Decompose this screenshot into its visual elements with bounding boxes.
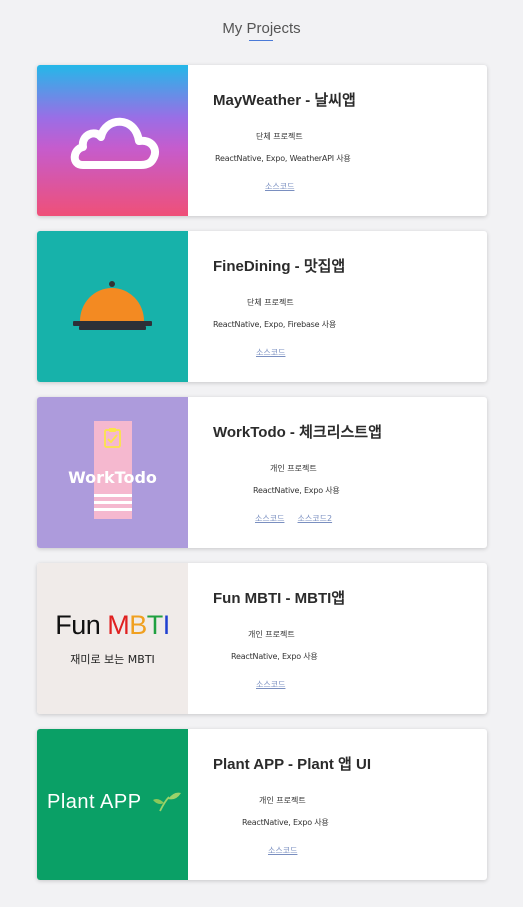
mbti-letter-t: T xyxy=(146,610,164,640)
project-stack: ReactNative, Expo 사용 xyxy=(253,486,340,495)
project-title: MayWeather - 날씨앱 xyxy=(213,92,356,109)
project-card-mayweather: MayWeather - 날씨앱 단체 프로젝트 ReactNative, Ex… xyxy=(37,65,487,216)
project-stack: ReactNative, Expo, Firebase 사용 xyxy=(213,320,337,329)
project-title: FineDining - 맛집앱 xyxy=(213,258,346,275)
project-thumbnail: WorkTodo xyxy=(37,397,188,548)
project-type: 개인 프로젝트 xyxy=(248,630,295,639)
worktodo-thumb-text: WorkTodo xyxy=(68,468,157,487)
mbti-letter-b: B xyxy=(129,610,147,640)
project-thumbnail xyxy=(37,231,188,382)
funmbti-thumb-title: Fun MBTI xyxy=(37,610,188,641)
title-underline xyxy=(249,40,273,41)
sprout-icon xyxy=(153,792,181,812)
source-code-link[interactable]: 소스코드 xyxy=(255,514,284,523)
project-type: 개인 프로젝트 xyxy=(259,796,306,805)
project-stack: ReactNative, Expo, WeatherAPI 사용 xyxy=(215,154,351,163)
project-card-finedining: FineDining - 맛집앱 단체 프로젝트 ReactNative, Ex… xyxy=(37,231,487,382)
project-stack: ReactNative, Expo 사용 xyxy=(242,818,329,827)
funmbti-fun-text: Fun xyxy=(55,610,101,640)
project-title: Plant APP - Plant 앱 UI xyxy=(213,756,371,773)
project-card-plantapp: Plant APP Plant APP - Plant 앱 UI 개인 프로젝트… xyxy=(37,729,487,880)
food-cloche-icon xyxy=(73,281,152,330)
source-code-link[interactable]: 소스코드 xyxy=(265,182,294,191)
source-code-link[interactable]: 소스코드 xyxy=(268,846,297,855)
project-type: 개인 프로젝트 xyxy=(270,464,317,473)
source-code-link[interactable]: 소스코드 xyxy=(256,348,285,357)
project-card-funmbti: Fun MBTI 재미로 보는 MBTI Fun MBTI - MBTI앱 개인… xyxy=(37,563,487,714)
project-type: 단체 프로젝트 xyxy=(247,298,294,307)
project-thumbnail xyxy=(37,65,188,216)
project-title: WorkTodo - 체크리스트앱 xyxy=(213,424,382,441)
source-code-2-link[interactable]: 소스코드2 xyxy=(298,514,333,523)
page-title-text: My Projects xyxy=(222,20,301,37)
project-thumbnail: Plant APP xyxy=(37,729,188,880)
project-title: Fun MBTI - MBTI앱 xyxy=(213,590,346,607)
project-type: 단체 프로젝트 xyxy=(256,132,303,141)
project-stack: ReactNative, Expo 사용 xyxy=(231,652,318,661)
page-title: My Projects xyxy=(0,20,523,41)
project-card-worktodo: WorkTodo WorkTodo - 체크리스트앱 개인 프로젝트 React… xyxy=(37,397,487,548)
funmbti-thumb-subtitle: 재미로 보는 MBTI xyxy=(70,653,155,666)
cloud-icon xyxy=(70,117,160,169)
project-thumbnail: Fun MBTI 재미로 보는 MBTI xyxy=(37,563,188,714)
mbti-letter-i: I xyxy=(162,610,171,640)
mbti-letter-m: M xyxy=(107,610,130,640)
source-code-link[interactable]: 소스코드 xyxy=(256,680,285,689)
